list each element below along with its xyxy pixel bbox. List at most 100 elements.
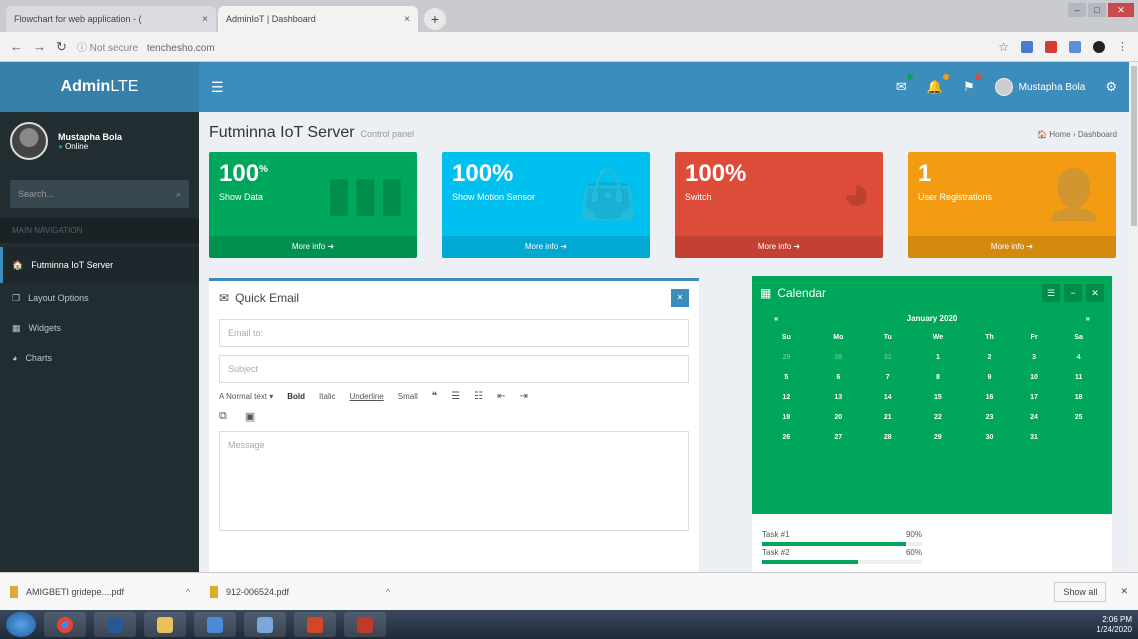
day-cell[interactable]: 29 [910,427,967,447]
collapse-button[interactable]: − [1064,284,1082,302]
day-cell[interactable]: 20 [811,407,866,427]
day-cell[interactable]: 16 [966,387,1013,407]
taskbar-app[interactable] [344,612,386,637]
extension-icon[interactable] [1069,40,1081,53]
maximize-button[interactable]: □ [1088,3,1106,17]
email-to-field[interactable]: Email to: [219,319,689,347]
day-cell[interactable]: 24 [1013,407,1055,427]
taskbar-chrome[interactable] [44,612,86,637]
taskbar-app[interactable] [244,612,286,637]
day-cell[interactable]: 22 [910,407,967,427]
subject-field[interactable]: Subject [219,355,689,383]
day-cell[interactable]: 11 [1055,367,1102,387]
day-cell[interactable]: 2 [966,347,1013,367]
browser-tab-flowchart[interactable]: Flowchart for web application - ( × [6,6,216,32]
day-cell[interactable] [1055,427,1102,447]
breadcrumb[interactable]: 🏠 Home › Dashboard [1037,130,1117,139]
new-tab-button[interactable]: + [424,8,446,30]
scrollbar-thumb[interactable] [1131,66,1137,226]
underline-button[interactable]: Underline [350,392,384,401]
forward-icon[interactable]: → [33,39,46,54]
day-cell[interactable]: 25 [1055,407,1102,427]
chevron-up-icon[interactable]: ^ [186,587,190,597]
app-logo[interactable]: Admin LTE [0,62,199,112]
page-scrollbar[interactable] [1129,62,1138,572]
day-cell[interactable]: 12 [762,387,811,407]
prev-month-button[interactable]: « [774,314,778,323]
day-cell[interactable]: 21 [866,407,910,427]
search-icon[interactable]: ⌕ [176,189,181,200]
day-cell[interactable]: 31 [866,347,910,367]
day-cell[interactable]: 4 [1055,347,1102,367]
day-cell[interactable]: 23 [966,407,1013,427]
day-cell[interactable]: 30 [811,347,866,367]
close-tab-icon[interactable]: × [202,14,208,25]
profile-icon[interactable] [1093,40,1105,53]
day-cell[interactable]: 6 [811,367,866,387]
font-style-dropdown[interactable]: A Normal text ▾ [219,392,273,401]
remove-box-button[interactable]: ✕ [671,289,689,307]
user-menu[interactable]: Mustapha Bola [994,78,1085,96]
day-cell[interactable]: 10 [1013,367,1055,387]
day-cell[interactable]: 18 [1055,387,1102,407]
back-icon[interactable]: ← [10,39,23,54]
day-cell[interactable]: 19 [762,407,811,427]
ordered-list-icon[interactable]: ☷ [474,391,483,402]
sidebar-toggle-icon[interactable]: ☰ [211,79,224,96]
sidebar-item-layout-options[interactable]: ❐ Layout Options [0,283,199,313]
day-cell[interactable]: 15 [910,387,967,407]
more-info-link[interactable]: More info ➜ [209,236,417,258]
show-all-button[interactable]: Show all [1054,581,1107,602]
sidebar-item-widgets[interactable]: ▦ Widgets [0,313,199,343]
indent-icon[interactable]: ⇥ [519,391,527,402]
messages-icon[interactable]: ✉ [896,74,913,95]
small-button[interactable]: Small [398,392,418,401]
outdent-icon[interactable]: ⇤ [497,391,505,402]
next-month-button[interactable]: » [1086,314,1090,323]
close-tab-icon[interactable]: × [404,14,410,25]
system-tray[interactable]: 2:06 PM 1/24/2020 [1096,615,1132,635]
day-cell[interactable]: 14 [866,387,910,407]
calendar-month[interactable]: January 2020 [907,314,958,323]
close-window-button[interactable]: ✕ [1108,3,1134,17]
extension-icon[interactable] [1045,40,1057,53]
day-cell[interactable]: 8 [910,367,967,387]
day-cell[interactable]: 7 [866,367,910,387]
calendar-menu-button[interactable]: ☰ [1042,284,1060,302]
quote-icon[interactable]: ❝ [432,391,437,402]
taskbar-explorer[interactable] [144,612,186,637]
day-cell[interactable]: 9 [966,367,1013,387]
unordered-list-icon[interactable]: ☰ [451,391,460,402]
more-info-link[interactable]: More info ➜ [442,236,650,258]
control-sidebar-gears-icon[interactable]: ⚙ [1105,79,1117,95]
day-cell[interactable]: 27 [811,427,866,447]
sidebar-item-futminna-iot-server[interactable]: 🏠 Futminna IoT Server [0,247,199,283]
taskbar-app[interactable] [194,612,236,637]
sidebar-search-input[interactable]: Search... ⌕ [10,180,189,208]
link-icon[interactable]: ⧉ [219,410,227,423]
browser-tab-dashboard[interactable]: AdminIoT | Dashboard × [218,6,418,32]
day-cell[interactable]: 28 [866,427,910,447]
tasks-flag-icon[interactable]: ⚑ [963,74,981,95]
day-cell[interactable]: 30 [966,427,1013,447]
image-icon[interactable]: ▣ [245,410,255,423]
day-cell[interactable]: 31 [1013,427,1055,447]
bookmark-star-icon[interactable]: ☆ [998,40,1009,54]
more-info-link[interactable]: More info ➜ [908,236,1116,258]
download-item[interactable]: AMIGBETI gridepe....pdf ^ [10,585,190,598]
notifications-icon[interactable]: 🔔 [927,74,949,95]
day-cell[interactable]: 1 [910,347,967,367]
taskbar-powerpoint[interactable] [294,612,336,637]
reload-icon[interactable]: ↻ [56,39,67,55]
minimize-button[interactable]: – [1068,3,1086,17]
message-textarea[interactable]: Message [219,431,689,531]
extension-icon[interactable] [1021,40,1033,53]
menu-dots-icon[interactable]: ⋮ [1117,40,1128,53]
taskbar-word[interactable] [94,612,136,637]
more-info-link[interactable]: More info ➜ [675,236,883,258]
day-cell[interactable]: 29 [762,347,811,367]
day-cell[interactable]: 5 [762,367,811,387]
url-field[interactable]: ⓘ Not secure tenchesho.com [77,39,988,54]
remove-button[interactable]: ✕ [1086,284,1104,302]
close-icon[interactable]: ✕ [1120,586,1128,597]
